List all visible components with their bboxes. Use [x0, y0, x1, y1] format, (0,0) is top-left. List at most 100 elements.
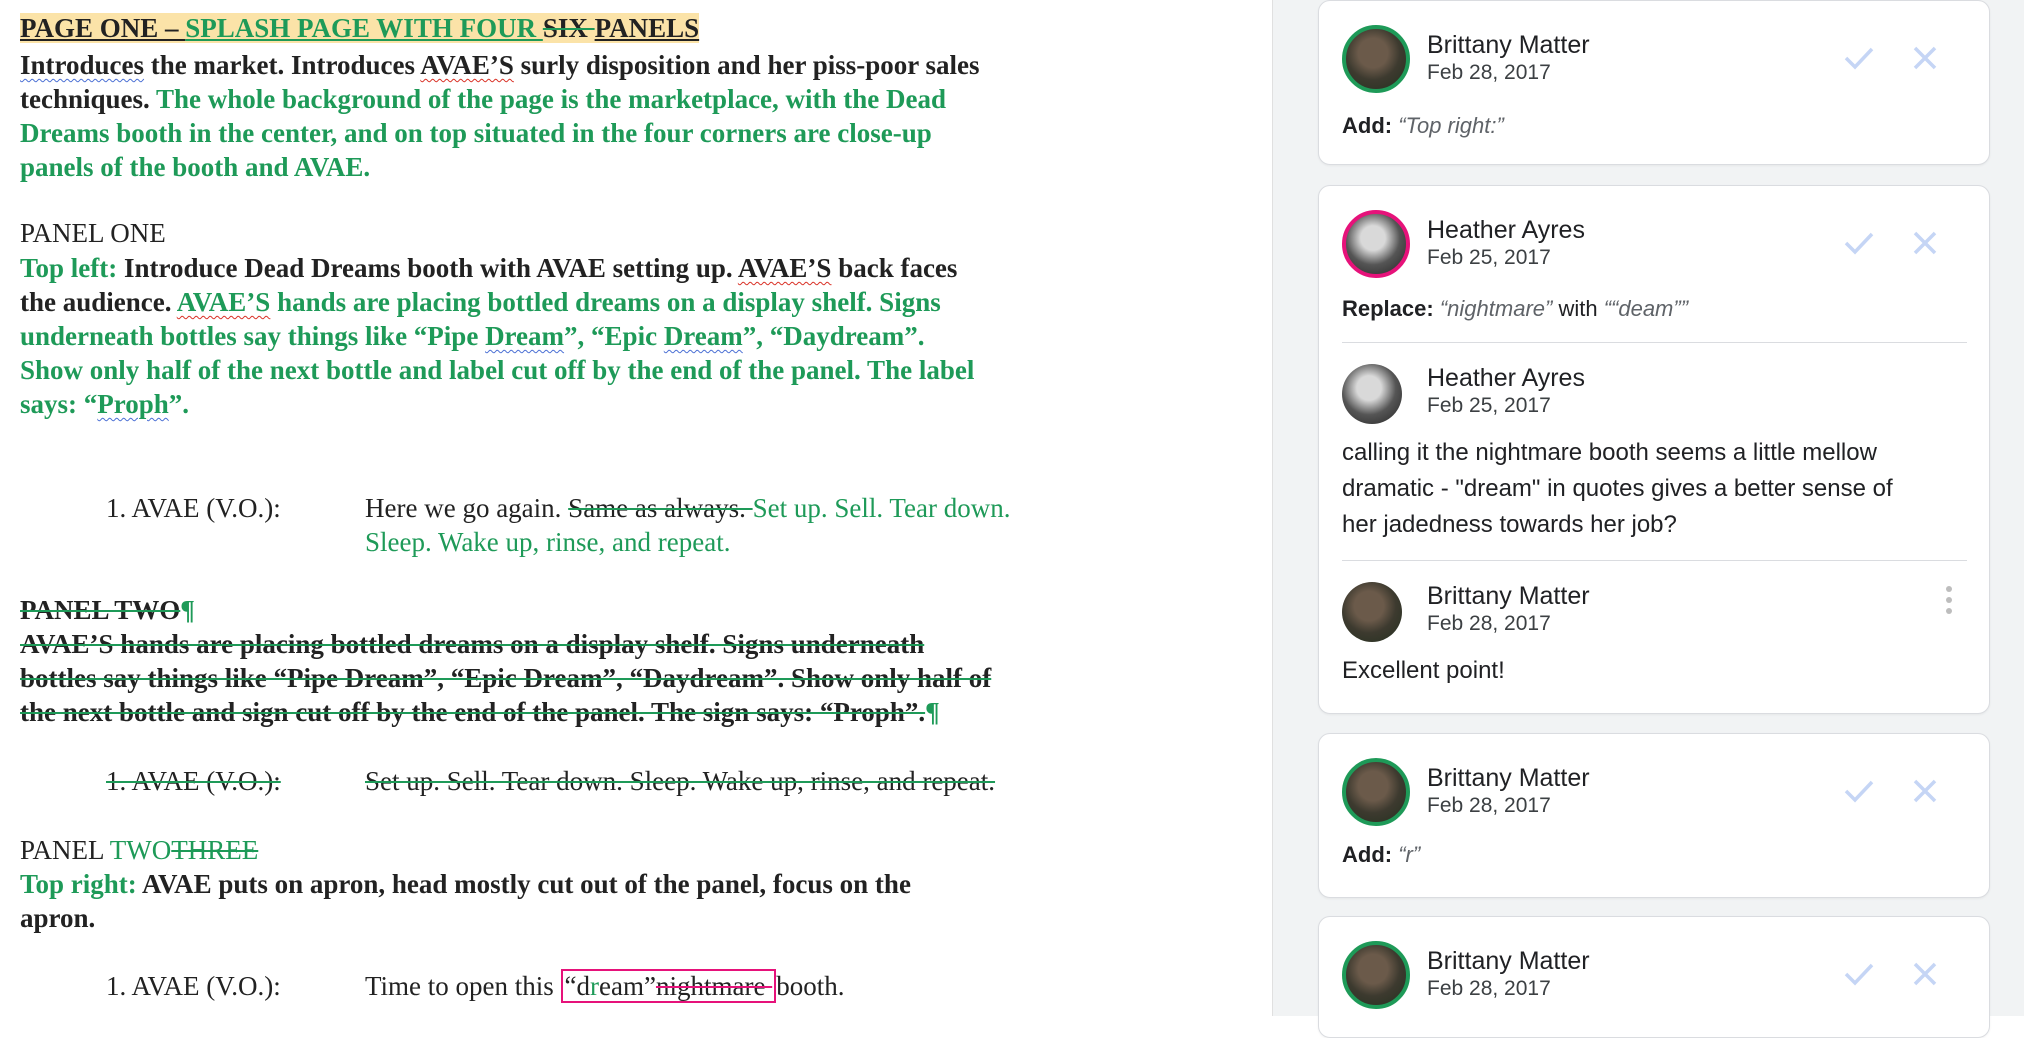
suggestion-card[interactable]: Brittany Matter Feb 28, 2017 [1318, 916, 1990, 1038]
dialogue-line: Here we go again. Same as always. Set up… [365, 491, 1085, 559]
intro-paragraph: Introduces the market. Introduces AVAE’S… [20, 48, 1080, 184]
intro-text2: surly disposition and her piss-poor sale… [513, 50, 980, 80]
pilcrow-mark: ¶ [180, 595, 195, 625]
reply-author: Heather Ayres [1427, 364, 1585, 392]
close-icon[interactable] [1905, 771, 1945, 811]
panel-one-insert-label: Top left: [20, 253, 118, 283]
reply-text: calling it the nightmare booth seems a l… [1342, 435, 1972, 543]
suggestion-action: Add: [1342, 842, 1393, 867]
close-icon[interactable] [1905, 223, 1945, 263]
divider [1342, 342, 1967, 343]
dialogue-insert: Set up. Sell. Tear down. [752, 493, 1011, 523]
comment-author: Brittany Matter [1427, 31, 1590, 59]
avatar [1342, 758, 1410, 826]
comments-sidebar[interactable]: Brittany Matter Feb 28, 2017 Add: “Top r… [1272, 0, 2024, 1038]
panel-three-deletion: THREE [171, 835, 259, 865]
dialogue3-speaker: 1. AVAE (V.O.): [106, 971, 281, 1001]
panel-one-insert4b: ”. [168, 389, 190, 419]
intro-text: the market. Introduces [144, 50, 421, 80]
deleted-line1: AVAE’S hands are placing bottled dreams … [20, 629, 925, 659]
heading-text-end: PANELS [594, 13, 700, 43]
panel-three-title-text: PANEL [20, 835, 110, 865]
suggestion-text: Add: “Top right:” [1342, 113, 1504, 139]
reply-line: calling it the nightmare booth seems a l… [1342, 439, 1877, 466]
reply-line: dramatic - "dream" in quotes gives a bet… [1342, 475, 1893, 502]
deleted-dialogue-line: Set up. Sell. Tear down. Sleep. Wake up,… [365, 766, 996, 796]
panel-one-insert-word3: Proph [97, 389, 169, 419]
panel-one-insert2: underneath bottles say things like “Pipe [20, 321, 486, 351]
panel-one-title-text: PANEL ONE [20, 218, 166, 248]
comment-date: Feb 28, 2017 [1427, 794, 1551, 817]
avatar [1342, 941, 1410, 1009]
suggestion-value: “r” [1398, 842, 1421, 867]
dialogue3-suggest2: eam” [599, 971, 656, 1001]
dialogue3-text2: booth. [776, 971, 845, 1001]
comment-date: Feb 28, 2017 [1427, 977, 1551, 1000]
comment-thread-card[interactable]: Heather Ayres Feb 25, 2017 Replace: “nig… [1318, 185, 1990, 714]
deleted-line3: the next bottle and sign cut off by the … [20, 697, 926, 727]
panel-three-text: AVAE puts on apron, head mostly cut out … [136, 869, 911, 899]
dialogue-deletion: Same as always. [568, 493, 753, 523]
heading-deletion: SIX [542, 13, 595, 43]
suggestion-card[interactable]: Brittany Matter Feb 28, 2017 Add: “r” [1318, 733, 1990, 898]
close-icon[interactable] [1905, 954, 1945, 994]
reply-date: Feb 25, 2017 [1427, 394, 1551, 417]
reply-author: Brittany Matter [1427, 582, 1590, 610]
reply-date: Feb 28, 2017 [1427, 612, 1551, 635]
panel-one-text3: the audience. [20, 287, 177, 317]
dialogue-text: Here we go again. [365, 493, 569, 523]
deleted-dialogue-speaker: 1. AVAE (V.O.): [106, 766, 281, 796]
panel-three-description: Top right: AVAE puts on apron, head most… [20, 867, 1080, 935]
avatar [1342, 25, 1410, 93]
intro-text3: techniques. [20, 84, 157, 114]
panel-one-description: Top left: Introduce Dead Dreams booth wi… [20, 251, 1080, 421]
panel-one-title: PANEL ONE [20, 216, 1080, 250]
heading-text: PAGE ONE – [20, 13, 186, 43]
panel-one-insert3: Show only half of the next bottle and la… [20, 355, 975, 385]
suggestion-action: Add: [1342, 113, 1393, 138]
reply-line: her jadedness towards her job? [1342, 511, 1677, 538]
close-icon[interactable] [1905, 38, 1945, 78]
dialogue-insert2: Sleep. Wake up, rinse, and repeat. [365, 527, 731, 557]
comment-date: Feb 28, 2017 [1427, 61, 1551, 84]
suggestion-text: Add: “r” [1342, 842, 1420, 868]
intro-insert: The whole background of the page is the … [156, 84, 947, 114]
more-vert-icon[interactable] [1939, 580, 1959, 620]
checkmark-icon[interactable] [1839, 38, 1879, 78]
dialogue3-insert: r [590, 971, 600, 1001]
dialogue-speaker: 1. AVAE (V.O.): [106, 493, 281, 523]
panel-one-insert-name: AVAE’S [176, 287, 271, 317]
panel-three-insert-label: Top right: [20, 869, 137, 899]
panel-one-text: Introduce Dead Dreams booth with AVAE se… [117, 253, 738, 283]
document-page[interactable]: PAGE ONE – SPLASH PAGE WITH FOUR SIX PAN… [0, 0, 1272, 1016]
suggestion-with: with [1558, 296, 1598, 321]
comment-author: Brittany Matter [1427, 947, 1590, 975]
intro-name: AVAE’S [420, 50, 514, 80]
pilcrow-mark2: ¶ [925, 697, 940, 727]
dialogue3-line: Time to open this “dream”nightmare booth… [365, 969, 844, 1003]
suggestion-text: Replace: “nightmare” with ““deam”” [1342, 296, 1688, 322]
suggestion-value: “nightmare” [1439, 296, 1553, 321]
suggestion-value: “Top right:” [1398, 113, 1504, 138]
panel-one-name: AVAE’S [737, 253, 832, 283]
intro-word: Introduces [20, 50, 145, 80]
checkmark-icon[interactable] [1839, 771, 1879, 811]
suggestion-value2: ““deam”” [1603, 296, 1689, 321]
checkmark-icon[interactable] [1839, 954, 1879, 994]
panel-three-text2: apron. [20, 903, 96, 933]
page-heading: PAGE ONE – SPLASH PAGE WITH FOUR SIX PAN… [20, 11, 1080, 45]
intro-insert2: Dreams booth in the center, and on top s… [20, 118, 932, 148]
panel-one-insert4: says: “ [20, 389, 98, 419]
divider [1342, 560, 1967, 561]
avatar [1342, 582, 1402, 642]
panel-three-insert: TWO [109, 835, 172, 865]
reply-text: Excellent point! [1342, 657, 1505, 684]
panel-one-insert-word: Dream [485, 321, 565, 351]
dialogue3-suggest1: “d [564, 971, 591, 1001]
suggestion-action: Replace: [1342, 296, 1434, 321]
comment-author: Brittany Matter [1427, 764, 1590, 792]
dialogue3-text: Time to open this [365, 971, 561, 1001]
suggestion-card[interactable]: Brittany Matter Feb 28, 2017 Add: “Top r… [1318, 0, 1990, 165]
checkmark-icon[interactable] [1839, 223, 1879, 263]
selected-suggestion[interactable]: “dream”nightmare [560, 969, 777, 1003]
